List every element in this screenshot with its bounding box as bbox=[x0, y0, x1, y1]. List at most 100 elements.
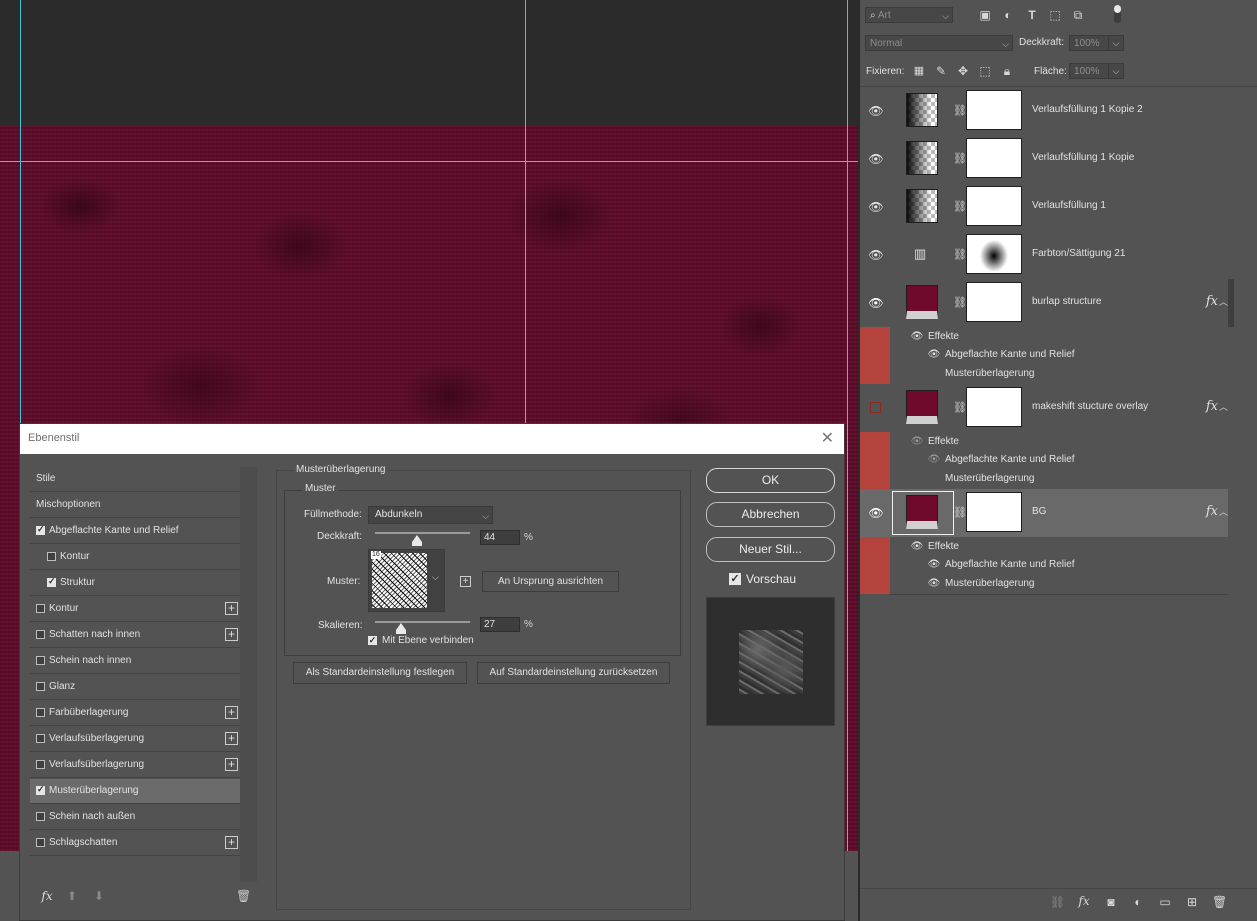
visibility-eye-icon[interactable]: 👁︎ bbox=[927, 578, 941, 590]
style-checkbox[interactable] bbox=[47, 552, 56, 561]
lock-artboard-icon[interactable]: ⬚ bbox=[978, 64, 992, 78]
fill-dropdown-icon[interactable]: ⌵ bbox=[1108, 63, 1124, 79]
add-effect-fx-icon[interactable]: fx bbox=[40, 889, 54, 903]
style-checkbox[interactable] bbox=[36, 630, 45, 639]
visibility-eye-icon[interactable]: 👁︎ bbox=[927, 454, 941, 466]
layer-mask-thumbnail[interactable] bbox=[966, 492, 1022, 532]
layer-mask-thumbnail[interactable] bbox=[966, 234, 1022, 274]
effect-item[interactable]: Abgeflachte Kante und Relief bbox=[945, 555, 1075, 574]
style-checkbox[interactable] bbox=[36, 760, 45, 769]
style-checkbox[interactable] bbox=[36, 656, 45, 665]
delete-layer-icon[interactable]: 🗑︎ bbox=[1212, 895, 1227, 909]
visibility-eye-icon[interactable]: 👁︎ bbox=[910, 436, 924, 448]
visibility-eye-icon[interactable]: 👁︎ bbox=[910, 541, 924, 553]
blend-mode-dropdown[interactable]: Normal ⌵ bbox=[865, 35, 1013, 51]
layer-opacity-input[interactable]: 100% bbox=[1069, 35, 1109, 51]
dialog-title-bar[interactable]: Ebenenstil ✕ bbox=[20, 424, 844, 454]
add-layer-style-icon[interactable]: fx bbox=[1077, 894, 1091, 908]
scale-input[interactable]: 27 bbox=[480, 617, 520, 632]
add-effect-plus-icon[interactable]: + bbox=[225, 706, 238, 719]
add-effect-plus-icon[interactable]: + bbox=[225, 758, 238, 771]
layer-effects-fx-icon[interactable]: fx bbox=[1206, 504, 1218, 519]
effect-item[interactable]: Abgeflachte Kante und Relief bbox=[945, 450, 1075, 469]
collapse-effects-icon[interactable]: ︿ bbox=[1219, 505, 1228, 518]
style-item[interactable]: Glanz bbox=[30, 675, 242, 700]
new-preset-from-pattern-icon[interactable]: + bbox=[460, 576, 471, 587]
style-item[interactable]: Schein nach innen bbox=[30, 649, 242, 674]
layer-mask-thumbnail[interactable] bbox=[966, 282, 1022, 322]
add-effect-plus-icon[interactable]: + bbox=[225, 628, 238, 641]
layers-scrollbar[interactable] bbox=[1228, 279, 1234, 327]
layer-row-selected[interactable]: 👁︎ ⛓︎ BG fx ︿ bbox=[860, 489, 1228, 537]
style-item[interactable]: Verlaufsüberlagerung + bbox=[30, 753, 242, 778]
add-effect-plus-icon[interactable]: + bbox=[225, 602, 238, 615]
style-checkbox[interactable] bbox=[36, 838, 45, 847]
pixel-layer-filter-icon[interactable]: ▣ bbox=[978, 8, 992, 22]
visibility-eye-icon[interactable]: 👁︎ bbox=[868, 104, 884, 118]
style-item[interactable]: Musterüberlagerung bbox=[30, 779, 242, 804]
style-item[interactable]: Farbüberlagerung + bbox=[30, 701, 242, 726]
visibility-eye-icon[interactable]: 👁︎ bbox=[927, 559, 941, 571]
link-chain-icon[interactable]: ⛓︎ bbox=[953, 401, 967, 415]
link-chain-icon[interactable]: ⛓︎ bbox=[953, 152, 967, 166]
fill-method-dropdown[interactable]: Abdunkeln ⌵ bbox=[368, 506, 493, 524]
collapse-effects-icon[interactable]: ︿ bbox=[1219, 295, 1228, 308]
style-checkbox[interactable] bbox=[36, 604, 45, 613]
smart-object-filter-icon[interactable]: ⧉ bbox=[1071, 8, 1085, 22]
link-with-layer-checkbox[interactable]: ✓ bbox=[368, 636, 377, 645]
delete-effect-icon[interactable]: 🗑︎ bbox=[236, 889, 251, 903]
style-item[interactable]: Abgeflachte Kante und Relief bbox=[30, 519, 242, 544]
reset-default-button[interactable]: Auf Standardeinstellung zurücksetzen bbox=[477, 662, 670, 684]
pattern-picker[interactable]: 16 ⌵ bbox=[368, 549, 445, 612]
opacity-slider-track[interactable] bbox=[375, 532, 470, 534]
layer-filter-dropdown[interactable]: ⌕ Art ⌵ bbox=[865, 7, 953, 23]
add-effect-plus-icon[interactable]: + bbox=[225, 836, 238, 849]
opacity-input[interactable]: 44 bbox=[480, 530, 520, 545]
lock-transparency-icon[interactable]: ▦ bbox=[912, 64, 926, 78]
scale-slider-track[interactable] bbox=[375, 621, 470, 623]
style-item[interactable]: Kontur + bbox=[30, 597, 242, 622]
layer-mask-thumbnail[interactable] bbox=[966, 138, 1022, 178]
link-chain-icon[interactable]: ⛓︎ bbox=[953, 248, 967, 262]
pattern-dropdown-icon[interactable]: ⌵ bbox=[432, 572, 439, 583]
link-chain-icon[interactable]: ⛓︎ bbox=[953, 296, 967, 310]
link-chain-icon[interactable]: ⛓︎ bbox=[953, 506, 967, 520]
style-checkbox[interactable] bbox=[36, 524, 45, 535]
style-checkbox[interactable] bbox=[36, 812, 45, 821]
preview-checkbox[interactable]: ✓ bbox=[729, 573, 741, 585]
style-checkbox[interactable] bbox=[36, 784, 45, 795]
effect-item[interactable]: Abgeflachte Kante und Relief bbox=[945, 345, 1075, 364]
add-effect-plus-icon[interactable]: + bbox=[225, 732, 238, 745]
style-item[interactable]: Kontur bbox=[30, 545, 242, 570]
effect-item[interactable]: Musterüberlagerung bbox=[945, 469, 1035, 488]
style-checkbox[interactable] bbox=[36, 682, 45, 691]
ok-button[interactable]: OK bbox=[706, 468, 835, 493]
opacity-dropdown-icon[interactable]: ⌵ bbox=[1108, 35, 1124, 51]
lock-all-icon[interactable]: 🔒︎ bbox=[1000, 64, 1014, 78]
effect-item[interactable]: Musterüberlagerung bbox=[945, 574, 1035, 593]
visibility-eye-icon[interactable]: 👁︎ bbox=[868, 200, 884, 214]
cancel-button[interactable]: Abbrechen bbox=[706, 502, 835, 527]
make-default-button[interactable]: Als Standardeinstellung festlegen bbox=[293, 662, 467, 684]
layer-row[interactable]: ⛓︎ makeshift stucture overlay fx ︿ bbox=[860, 384, 1228, 432]
layer-row[interactable]: 👁︎ ⛓︎ Verlaufsfüllung 1 bbox=[860, 183, 1228, 232]
style-item[interactable]: Verlaufsüberlagerung + bbox=[30, 727, 242, 752]
shape-layer-filter-icon[interactable]: ⬚ bbox=[1048, 8, 1062, 22]
effect-item[interactable]: Musterüberlagerung bbox=[945, 364, 1035, 383]
visibility-eye-icon[interactable]: 👁︎ bbox=[927, 349, 941, 361]
layer-mask-thumbnail[interactable] bbox=[966, 186, 1022, 226]
visibility-eye-icon[interactable]: 👁︎ bbox=[868, 296, 884, 310]
opacity-slider-knob[interactable] bbox=[411, 535, 422, 546]
style-checkbox[interactable] bbox=[36, 708, 45, 717]
new-style-button[interactable]: Neuer Stil... bbox=[706, 537, 835, 562]
style-checkbox[interactable] bbox=[47, 576, 56, 587]
new-adjustment-layer-icon[interactable]: ◐ bbox=[1131, 895, 1145, 909]
layer-row[interactable]: 👁︎ ⛓︎ burlap structure fx ︿ bbox=[860, 279, 1228, 327]
collapse-effects-icon[interactable]: ︿ bbox=[1219, 400, 1228, 413]
lock-image-icon[interactable]: ✎ bbox=[934, 64, 948, 78]
link-chain-icon[interactable]: ⛓︎ bbox=[953, 104, 967, 118]
link-layers-icon[interactable]: ⛓︎ bbox=[1050, 895, 1065, 909]
styles-scrollbar[interactable] bbox=[240, 467, 257, 882]
style-item[interactable]: Mischoptionen bbox=[30, 493, 242, 518]
snap-to-origin-button[interactable]: An Ursprung ausrichten bbox=[482, 571, 619, 592]
